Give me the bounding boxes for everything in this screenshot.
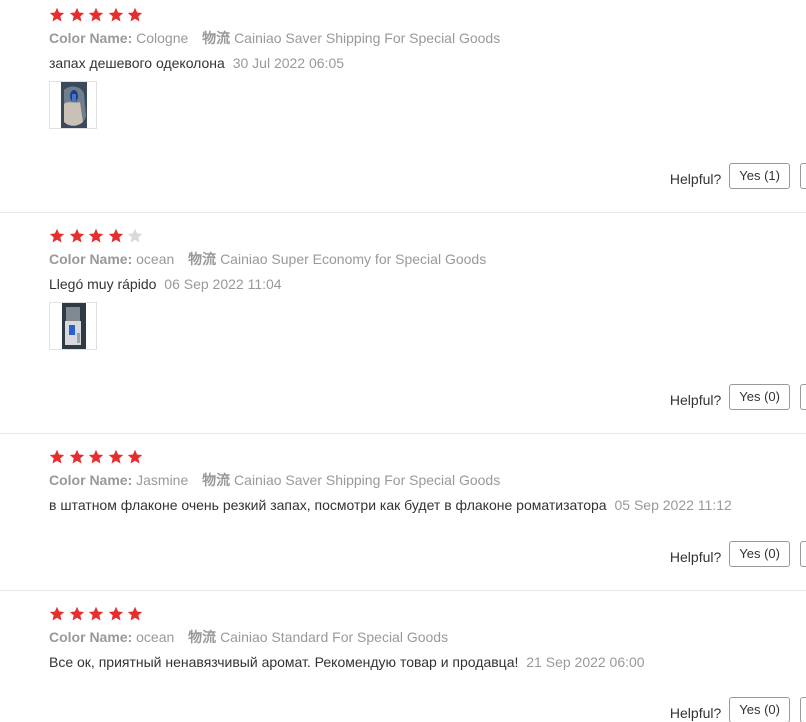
star-rating xyxy=(49,606,147,622)
helpful-yes-button[interactable]: Yes (0) xyxy=(729,541,790,567)
helpful-controls: Helpful? Yes (1) xyxy=(670,162,806,190)
review-photo-thumbnail[interactable] xyxy=(49,302,97,350)
review-text: Все ок, приятный ненавязчивый аромат. Ре… xyxy=(49,654,519,670)
star-filled-icon xyxy=(49,449,65,464)
helpful-controls: Helpful? Yes (0) xyxy=(670,696,806,722)
shipping-method: Cainiao Saver Shipping For Special Goods xyxy=(234,30,501,46)
review-item: Color Name: ocean 物流 Cainiao Super Econo… xyxy=(0,221,806,434)
shipping-method: Cainiao Super Economy for Special Goods xyxy=(220,251,487,267)
star-filled-icon xyxy=(49,7,65,22)
review-date: 05 Sep 2022 11:12 xyxy=(614,497,732,513)
helpful-label: Helpful? xyxy=(669,392,722,408)
star-filled-icon xyxy=(69,228,84,243)
shipping-method: Cainiao Standard For Special Goods xyxy=(220,629,449,645)
star-rating xyxy=(49,449,147,465)
review-text: запах дешевого одеколона xyxy=(49,55,225,71)
helpful-yes-button[interactable]: Yes (0) xyxy=(729,384,790,410)
star-filled-icon xyxy=(88,228,104,243)
star-filled-icon xyxy=(108,449,123,464)
review-body: в штатном флаконе очень резкий запах, по… xyxy=(49,497,732,514)
review-body: запах дешевого одеколона 30 Jul 2022 06:… xyxy=(49,55,344,72)
review-date: 06 Sep 2022 11:04 xyxy=(164,276,282,292)
star-filled-icon xyxy=(108,228,123,243)
helpful-label: Helpful? xyxy=(669,549,722,565)
helpful-yes-button[interactable]: Yes (1) xyxy=(729,163,790,189)
review-list: Color Name: Cologne 物流 Cainiao Saver Shi… xyxy=(0,0,806,722)
color-name-value: ocean xyxy=(136,629,175,645)
star-filled-icon xyxy=(127,449,143,464)
helpful-no-button[interactable] xyxy=(800,541,806,567)
star-filled-icon xyxy=(108,7,123,22)
star-filled-icon xyxy=(127,606,143,621)
review-meta: Color Name: Cologne 物流 Cainiao Saver Shi… xyxy=(49,30,500,47)
review-body: Все ок, приятный ненавязчивый аромат. Ре… xyxy=(49,654,645,671)
color-name-label: Color Name: xyxy=(49,472,133,488)
helpful-no-button[interactable] xyxy=(800,697,806,722)
star-filled-icon xyxy=(127,7,143,22)
star-filled-icon xyxy=(88,606,104,621)
star-filled-icon xyxy=(49,606,65,621)
star-filled-icon xyxy=(69,606,84,621)
review-meta: Color Name: Jasmine 物流 Cainiao Saver Shi… xyxy=(49,472,500,489)
color-name-value: Cologne xyxy=(136,30,189,46)
star-filled-icon xyxy=(88,7,104,22)
color-name-value: Jasmine xyxy=(136,472,189,488)
review-text: в штатном флаконе очень резкий запах, по… xyxy=(49,497,607,513)
review-text: Llegó muy rápido xyxy=(49,276,157,292)
review-meta: Color Name: ocean 物流 Cainiao Standard Fo… xyxy=(49,629,448,646)
review-item: Color Name: Cologne 物流 Cainiao Saver Shi… xyxy=(0,0,806,213)
photo-image xyxy=(50,303,96,349)
logistics-label: 物流 xyxy=(188,629,217,645)
color-name-label: Color Name: xyxy=(49,629,133,645)
star-rating xyxy=(49,228,147,244)
star-filled-icon xyxy=(69,449,84,464)
review-photo-thumbnail[interactable] xyxy=(49,81,97,129)
logistics-label: 物流 xyxy=(188,251,217,267)
logistics-label: 物流 xyxy=(202,472,231,488)
photo-image xyxy=(50,82,96,128)
star-filled-icon xyxy=(108,606,123,621)
color-name-value: ocean xyxy=(136,251,175,267)
logistics-label: 物流 xyxy=(202,30,231,46)
color-name-label: Color Name: xyxy=(49,251,133,267)
color-name-label: Color Name: xyxy=(49,30,133,46)
star-filled-icon xyxy=(69,7,84,22)
shipping-method: Cainiao Saver Shipping For Special Goods xyxy=(234,472,501,488)
review-date: 30 Jul 2022 06:05 xyxy=(232,55,345,71)
helpful-label: Helpful? xyxy=(669,705,722,721)
helpful-controls: Helpful? Yes (0) xyxy=(670,540,806,568)
review-item: Color Name: ocean 物流 Cainiao Standard Fo… xyxy=(0,599,806,722)
helpful-no-button[interactable] xyxy=(800,384,806,410)
star-rating xyxy=(49,7,147,23)
star-empty-icon xyxy=(127,228,143,243)
helpful-label: Helpful? xyxy=(669,171,722,187)
star-filled-icon xyxy=(49,228,65,243)
review-date: 21 Sep 2022 06:00 xyxy=(526,654,645,670)
review-item: Color Name: Jasmine 物流 Cainiao Saver Shi… xyxy=(0,442,806,591)
helpful-no-button[interactable] xyxy=(800,163,806,189)
star-filled-icon xyxy=(88,449,104,464)
review-meta: Color Name: ocean 物流 Cainiao Super Econo… xyxy=(49,251,486,268)
helpful-yes-button[interactable]: Yes (0) xyxy=(729,697,790,722)
helpful-controls: Helpful? Yes (0) xyxy=(670,383,806,411)
review-body: Llegó muy rápido 06 Sep 2022 11:04 xyxy=(49,276,282,293)
